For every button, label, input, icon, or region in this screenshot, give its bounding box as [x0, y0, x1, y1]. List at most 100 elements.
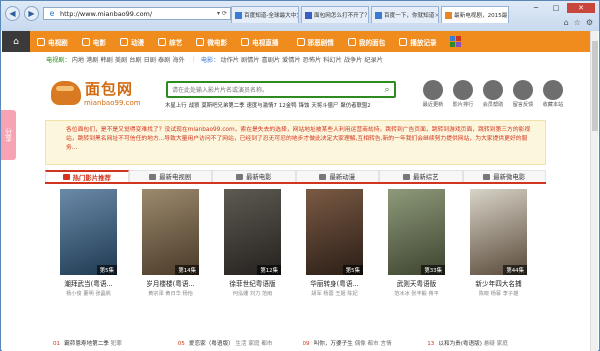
- nav-item-6[interactable]: 电视直播: [234, 31, 285, 52]
- close-icon[interactable]: ✕: [567, 3, 595, 13]
- movie-card[interactable]: 第33集 武则天粤语版 范冰冰 张丰毅 蒋平: [388, 189, 445, 329]
- episode-badge: 第14集: [175, 265, 199, 275]
- movie-card[interactable]: 第14集 岁月楼楼(粤语... 黄宗泽 黄日华 杨怡: [142, 189, 199, 329]
- movie-card[interactable]: 第5集 潮拜武当(粤语... 杨小俊 董明 张晶帆: [60, 189, 117, 329]
- scrollbar[interactable]: [590, 31, 598, 351]
- nav-item-8[interactable]: 我的面包: [341, 31, 392, 52]
- list-item[interactable]: 13 以和为贵(粤语版) 悬疑 家庭: [427, 339, 548, 347]
- list-title[interactable]: 以和为贵(粤语版): [438, 341, 483, 347]
- movie-poster[interactable]: 第5集: [306, 189, 363, 275]
- movie-category-link[interactable]: 喜剧片: [262, 55, 281, 64]
- movie-poster[interactable]: 第12集: [224, 189, 281, 275]
- tv-category-link[interactable]: 内地: [72, 55, 84, 64]
- forward-icon[interactable]: ▶: [24, 6, 39, 21]
- movie-poster[interactable]: 第33集: [388, 189, 445, 275]
- quick-link[interactable]: 留言反馈: [510, 80, 536, 108]
- movie-category-link[interactable]: 爱情片: [282, 55, 301, 64]
- tv-category-link[interactable]: 日剧: [144, 55, 156, 64]
- tv-category-link[interactable]: 美剧: [115, 55, 127, 64]
- tv-category-link[interactable]: 海外: [172, 55, 184, 64]
- hot-keyword[interactable]: 锋蚀: [299, 103, 310, 109]
- color-grid-icon[interactable]: [449, 36, 461, 47]
- back-icon[interactable]: ◀: [5, 6, 20, 21]
- movie-category-link[interactable]: 科幻片: [323, 55, 342, 64]
- browser-tab[interactable]: 面包网怎么打不开了？？...×: [301, 6, 369, 23]
- nav-item-7[interactable]: 邪恶剧情: [290, 31, 341, 52]
- movie-category-link[interactable]: 纪录片: [364, 55, 383, 64]
- quick-link-label: 收藏本站: [542, 102, 564, 108]
- movie-title[interactable]: 新少年四大名捕: [470, 278, 527, 288]
- nav-item-1[interactable]: 电视剧: [30, 31, 75, 52]
- movie-title[interactable]: 潮拜武当(粤语...: [60, 278, 117, 288]
- quick-link[interactable]: 收藏本站: [540, 80, 566, 108]
- quick-link[interactable]: 影片排行: [450, 80, 476, 108]
- nav-item-5[interactable]: 微电影: [189, 31, 234, 52]
- movie-title[interactable]: 徐菲世纪粤语版: [224, 278, 281, 288]
- movie-category-link[interactable]: 战争片: [344, 55, 363, 64]
- home-icon[interactable]: ⌂: [2, 31, 30, 52]
- hot-keyword[interactable]: 聚仿者联盟2: [340, 103, 370, 109]
- tv-category-link[interactable]: 港剧: [86, 55, 98, 64]
- list-item[interactable]: 01 霸茆恩寿地第二季 犯罪: [53, 339, 174, 347]
- content-tab[interactable]: 最新电视剧: [128, 170, 212, 182]
- content-tab[interactable]: 最新动漫: [295, 170, 379, 182]
- movie-poster[interactable]: 第14集: [142, 189, 199, 275]
- browser-tab[interactable]: 百度一下，你就知道 ×: [371, 6, 439, 23]
- list-item[interactable]: 09 叫你，万婆子生 偶像 都市 言情: [303, 339, 424, 347]
- hot-keyword[interactable]: 天将斗僵尸: [311, 103, 338, 109]
- movie-card[interactable]: 第12集 徐菲世纪粤语版 何泓姗 刘力 范雨: [224, 189, 281, 329]
- site-logo[interactable]: 面包网 mianbao99.com: [51, 78, 161, 118]
- minimize-icon[interactable]: ─: [527, 3, 545, 13]
- movie-poster[interactable]: 第44集: [470, 189, 527, 275]
- hot-keyword[interactable]: 战狼: [189, 103, 200, 109]
- list-item[interactable]: 05 爱恋家（粤语版） 生活 家庭 都市: [178, 339, 299, 347]
- search-box[interactable]: 请在此处输入影片片名或演员名称。 ⌕: [166, 81, 396, 98]
- poster-grid: 第5集 潮拜武当(粤语... 杨小俊 董明 张晶帆 第14集 岁月楼楼(粤语... 黄宗泽…: [50, 189, 546, 329]
- url-text[interactable]: http://www.mianbao99.com/: [60, 10, 217, 18]
- search-input[interactable]: 请在此处输入影片片名或演员名称。: [168, 85, 380, 94]
- list-title[interactable]: 叫你，万婆子生: [314, 341, 355, 347]
- hot-keyword[interactable]: 速度与激情7: [247, 103, 277, 109]
- movie-title[interactable]: 华丽转身(粤语...: [306, 278, 363, 288]
- tab-close-icon[interactable]: ×: [434, 12, 438, 19]
- ie-icon: e: [49, 8, 55, 18]
- gear-icon[interactable]: ⚙: [586, 18, 593, 27]
- home-icon[interactable]: ⌂: [564, 18, 569, 27]
- content-tab[interactable]: 最新微电影: [462, 170, 546, 182]
- refresh-icon[interactable]: ▾ ⟳: [217, 10, 227, 17]
- hot-keyword[interactable]: 莫斯吧兄弟第二季: [201, 103, 244, 109]
- hot-keyword[interactable]: 12金鸭: [279, 103, 297, 109]
- star-icon[interactable]: ☆: [574, 18, 581, 27]
- browser-tab[interactable]: 百度知道-全球最大中文...×: [231, 6, 299, 23]
- nav-item-9[interactable]: 播放记录: [392, 31, 443, 52]
- movie-category-link[interactable]: 动作片: [220, 55, 239, 64]
- list-title[interactable]: 霸茆恩寿地第二季: [64, 341, 111, 347]
- hot-keyword[interactable]: 木星上行: [165, 103, 187, 109]
- movie-category-link[interactable]: 剧情片: [241, 55, 260, 64]
- content-tab[interactable]: 热门影片推荐: [45, 170, 129, 182]
- movie-category-link[interactable]: 恐怖片: [303, 55, 322, 64]
- quick-link[interactable]: 会员帮助: [480, 80, 506, 108]
- scrollbar-thumb[interactable]: [592, 41, 598, 131]
- nav-item-4[interactable]: 综艺: [151, 31, 189, 52]
- tv-category-link[interactable]: 泰剧: [158, 55, 170, 64]
- movie-poster[interactable]: 第5集: [60, 189, 117, 275]
- quick-link[interactable]: 最近更新: [420, 80, 446, 108]
- list-title[interactable]: 爱恋家（粤语版）: [189, 341, 236, 347]
- movie-title[interactable]: 岁月楼楼(粤语...: [142, 278, 199, 288]
- nav-item-2[interactable]: 电影: [75, 31, 113, 52]
- movie-card[interactable]: 第5集 华丽转身(粤语... 胡军 杨蓉 王姬 陈妃: [306, 189, 363, 329]
- content-tab[interactable]: 最新综艺: [379, 170, 463, 182]
- browser-tab[interactable]: 最新电视剧，2015最...×: [441, 6, 509, 23]
- address-bar[interactable]: e http://www.mianbao99.com/ ▾ ⟳: [43, 7, 231, 20]
- movie-title[interactable]: 武则天粤语版: [388, 278, 445, 288]
- maximize-icon[interactable]: □: [547, 3, 565, 13]
- search-icon[interactable]: ⌕: [380, 83, 394, 96]
- movie-card[interactable]: 第44集 新少年四大名捕 陈晓 杨幂 李子雄: [470, 189, 527, 329]
- content-tab[interactable]: 最新电影: [212, 170, 296, 182]
- tv-category-link[interactable]: 韩剧: [101, 55, 113, 64]
- share-button[interactable]: 分享: [1, 110, 16, 160]
- tv-category-link[interactable]: 台剧: [129, 55, 141, 64]
- browser-tools: ⌂ ☆ ⚙: [564, 18, 593, 27]
- nav-item-3[interactable]: 动漫: [113, 31, 151, 52]
